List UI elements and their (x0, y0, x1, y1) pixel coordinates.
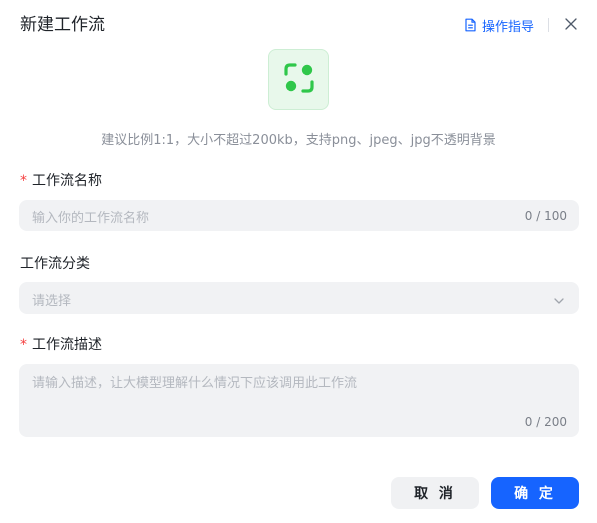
workflow-name-label: * 工作流名称 (20, 171, 102, 191)
workflow-description-textarea[interactable]: 请输入描述，让大模型理解什么情况下应该调用此工作流 0 / 200 (19, 364, 579, 437)
required-mark: * (20, 173, 27, 189)
workflow-description-label: * 工作流描述 (20, 335, 102, 355)
chevron-down-icon (553, 292, 565, 311)
cancel-button[interactable]: 取 消 (391, 477, 479, 509)
workflow-category-placeholder: 请选择 (32, 294, 72, 309)
workflow-icon-uploader[interactable] (268, 49, 329, 110)
workflow-description-placeholder: 请输入描述，让大模型理解什么情况下应该调用此工作流 (32, 376, 358, 391)
operation-guide-label: 操作指导 (482, 19, 535, 35)
workflow-name-input[interactable]: 输入你的工作流名称 0 / 100 (19, 200, 579, 231)
required-mark: * (20, 337, 27, 353)
close-icon[interactable] (563, 16, 579, 32)
document-icon (464, 18, 477, 32)
workflow-icon (281, 60, 317, 100)
dialog-title: 新建工作流 (20, 15, 105, 35)
workflow-name-placeholder: 输入你的工作流名称 (32, 211, 150, 226)
workflow-category-select[interactable]: 请选择 (19, 282, 579, 314)
workflow-description-label-text: 工作流描述 (32, 337, 102, 353)
create-workflow-dialog: 新建工作流 操作指导 建议比例1:1，大小不超过200kb，支持png、jpeg… (0, 0, 597, 523)
workflow-description-counter: 0 / 200 (524, 415, 567, 429)
icon-upload-hint: 建议比例1:1，大小不超过200kb，支持png、jpeg、jpg不透明背景 (101, 133, 496, 148)
confirm-button[interactable]: 确 定 (491, 477, 579, 509)
workflow-category-label: 工作流分类 (20, 256, 90, 272)
operation-guide-link[interactable]: 操作指导 (464, 14, 534, 36)
header-divider (548, 18, 549, 32)
workflow-name-counter: 0 / 100 (524, 209, 567, 223)
workflow-name-label-text: 工作流名称 (32, 173, 102, 189)
